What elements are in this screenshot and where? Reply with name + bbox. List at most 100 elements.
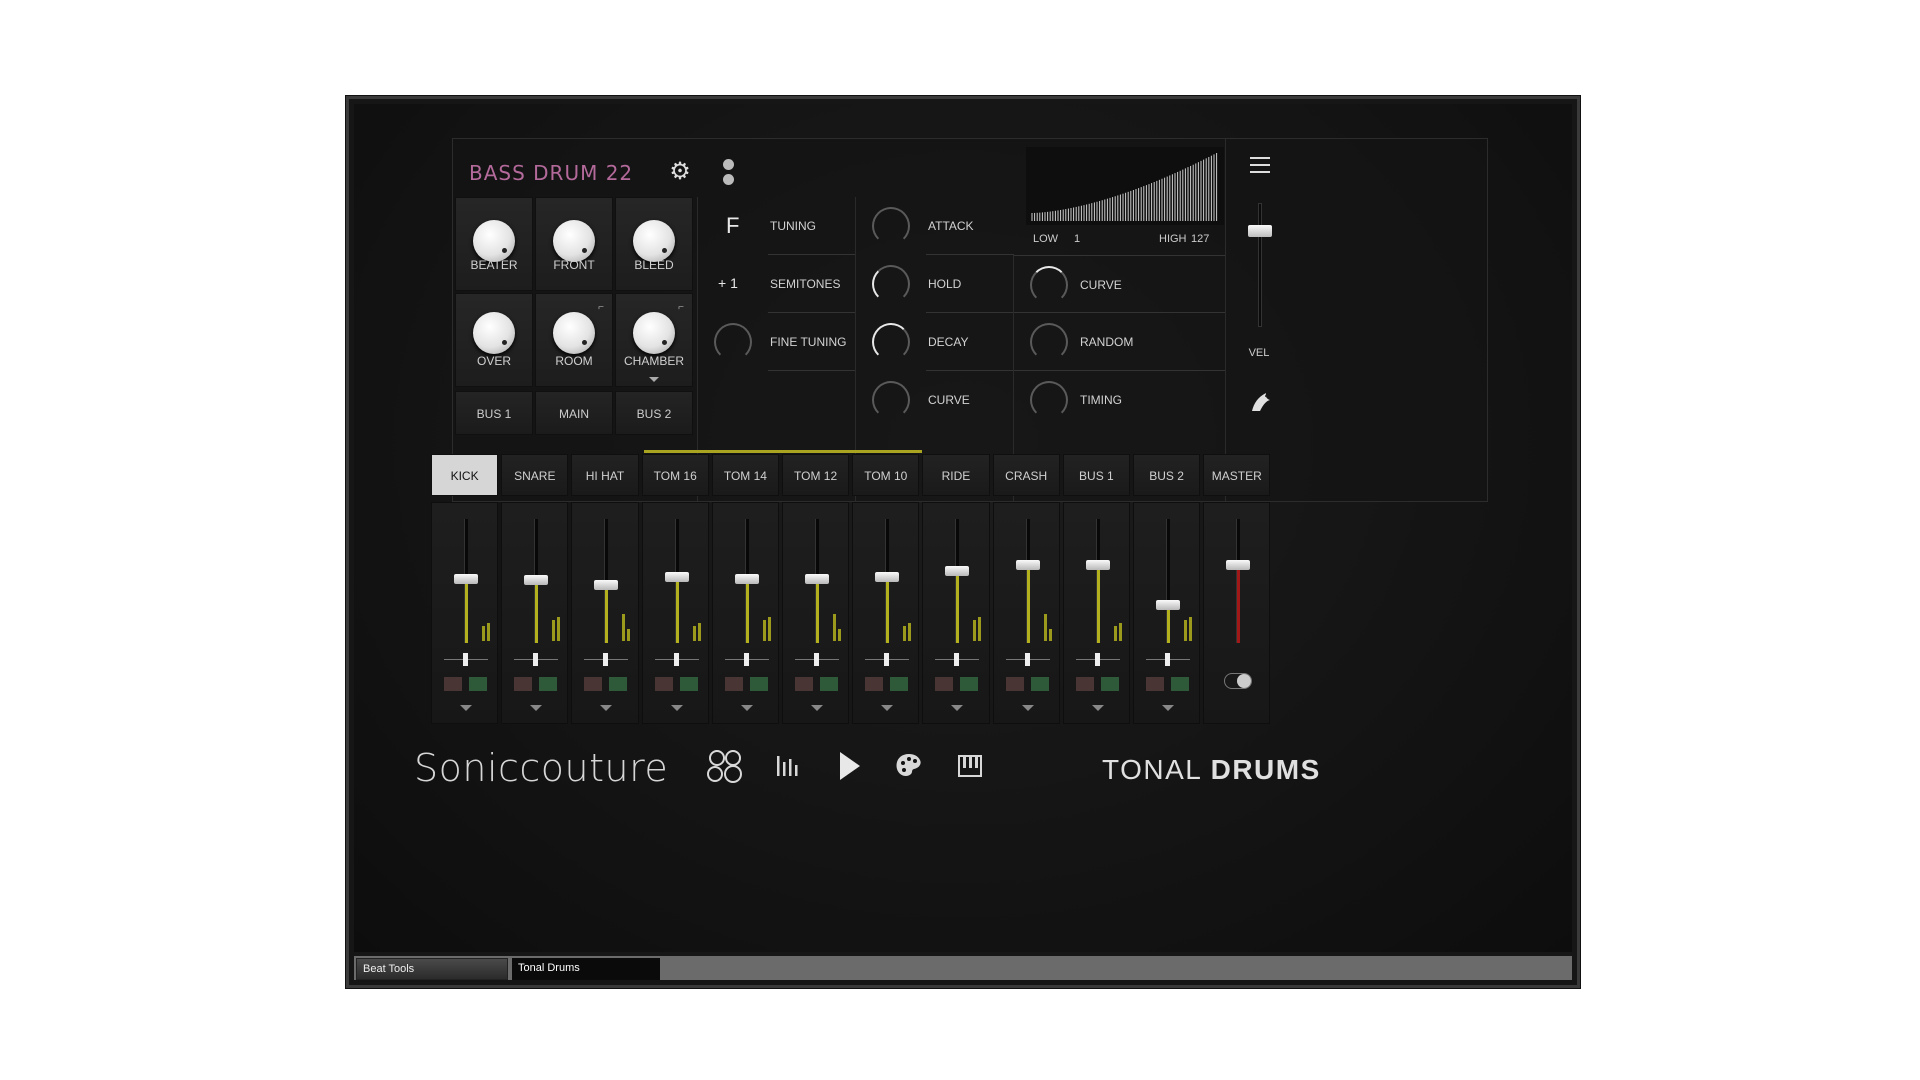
chevron-down-icon[interactable]	[1091, 705, 1104, 711]
fader-handle[interactable]	[1015, 560, 1040, 570]
fader-track[interactable]	[1095, 519, 1100, 643]
fader-handle[interactable]	[594, 580, 619, 590]
pan-handle[interactable]	[954, 653, 960, 666]
master-toggle[interactable]	[1224, 673, 1253, 689]
chevron-down-icon[interactable]	[1021, 705, 1034, 711]
chevron-down-icon[interactable]	[670, 705, 683, 711]
attack-knob[interactable]	[872, 207, 910, 245]
gear-icon[interactable]: ⚙	[667, 159, 693, 185]
mute-button[interactable]	[724, 677, 743, 691]
solo-button[interactable]	[820, 677, 838, 691]
palette-icon[interactable]	[889, 746, 929, 786]
pan-handle[interactable]	[814, 653, 819, 666]
chevron-down-icon[interactable]	[881, 705, 894, 711]
velocity-range-display[interactable]	[1026, 147, 1224, 225]
solo-button[interactable]	[890, 677, 909, 691]
tab-bus-1[interactable]: BUS 1	[1062, 454, 1130, 496]
pan-handle[interactable]	[884, 653, 890, 666]
main-button[interactable]: MAIN	[535, 391, 613, 435]
mute-button[interactable]	[1075, 677, 1094, 691]
chevron-down-icon[interactable]	[600, 705, 613, 711]
mute-button[interactable]	[444, 677, 462, 691]
vel-low-value[interactable]: 1	[1074, 233, 1080, 245]
tab-tom-14[interactable]: TOM 14	[711, 454, 779, 496]
chevron-down-icon[interactable]	[740, 705, 753, 711]
solo-button[interactable]	[609, 677, 628, 691]
link-icon[interactable]	[721, 159, 735, 189]
pan-handle[interactable]	[673, 653, 679, 666]
solo-button[interactable]	[960, 677, 979, 691]
play-icon[interactable]	[828, 746, 868, 786]
chevron-down-icon[interactable]	[951, 705, 964, 711]
mute-button[interactable]	[584, 677, 603, 691]
mute-button[interactable]	[865, 677, 884, 691]
tuning-value[interactable]: F	[726, 213, 739, 239]
bus1-button[interactable]: BUS 1	[455, 391, 533, 435]
solo-button[interactable]	[469, 677, 487, 691]
chevron-down-icon[interactable]	[1162, 705, 1174, 711]
tab-crash[interactable]: CRASH	[992, 454, 1060, 496]
fader-handle[interactable]	[1156, 600, 1180, 610]
fine-tuning-knob[interactable]	[714, 323, 752, 361]
fader-handle[interactable]	[805, 574, 829, 584]
tab-tom-12[interactable]: TOM 12	[782, 454, 850, 496]
mute-button[interactable]	[654, 677, 673, 691]
mute-button[interactable]	[514, 677, 533, 691]
chevron-down-icon[interactable]	[460, 705, 472, 711]
pan-handle[interactable]	[1165, 653, 1170, 666]
tab-kick[interactable]: KICK	[431, 454, 499, 496]
hold-knob[interactable]	[872, 265, 910, 303]
fader-track[interactable]	[1236, 519, 1241, 643]
front-knob[interactable]	[553, 220, 595, 262]
pan-handle[interactable]	[603, 653, 609, 666]
room-knob[interactable]	[553, 312, 595, 354]
fader-handle[interactable]	[875, 572, 900, 582]
semitones-value[interactable]: + 1	[718, 275, 738, 291]
fader-handle[interactable]	[454, 574, 478, 584]
tab-hi-hat[interactable]: HI HAT	[571, 454, 639, 496]
mute-button[interactable]	[935, 677, 954, 691]
over-knob[interactable]	[473, 312, 515, 354]
pan-handle[interactable]	[1024, 653, 1030, 666]
host-tab-tonal-drums[interactable]: Tonal Drums	[512, 958, 660, 980]
fader-handle[interactable]	[1226, 560, 1251, 570]
decay-knob[interactable]	[872, 323, 910, 361]
random-knob[interactable]	[1030, 323, 1068, 361]
chevron-down-icon[interactable]	[811, 705, 823, 711]
solo-button[interactable]	[1171, 677, 1189, 691]
tab-tom-16[interactable]: TOM 16	[641, 454, 709, 496]
solo-button[interactable]	[539, 677, 558, 691]
vel-high-value[interactable]: 127	[1191, 233, 1209, 245]
fader-handle[interactable]	[945, 566, 970, 576]
solo-button[interactable]	[1030, 677, 1049, 691]
mute-button[interactable]	[795, 677, 813, 691]
chamber-knob[interactable]	[633, 312, 675, 354]
vel-curve-knob[interactable]	[1030, 266, 1068, 304]
tab-bus-2[interactable]: BUS 2	[1133, 454, 1201, 496]
fader-handle[interactable]	[664, 572, 689, 582]
solo-button[interactable]	[749, 677, 768, 691]
velocity-fader-handle[interactable]	[1248, 225, 1272, 237]
chevron-down-icon[interactable]	[530, 705, 543, 711]
fader-handle[interactable]	[524, 575, 549, 585]
fader-track[interactable]	[1025, 519, 1030, 643]
tab-master[interactable]: MASTER	[1203, 454, 1271, 496]
fader-handle[interactable]	[734, 574, 759, 584]
fader-track[interactable]	[955, 519, 960, 643]
pan-handle[interactable]	[743, 653, 749, 666]
bird-icon[interactable]	[1248, 389, 1274, 415]
mute-button[interactable]	[1146, 677, 1164, 691]
keyboard-icon[interactable]	[950, 746, 990, 786]
host-tab-beat-tools[interactable]: Beat Tools	[356, 958, 508, 980]
env-curve-knob[interactable]	[872, 381, 910, 419]
tab-ride[interactable]: RIDE	[922, 454, 990, 496]
pan-handle[interactable]	[533, 653, 539, 666]
solo-button[interactable]	[1100, 677, 1119, 691]
pan-handle[interactable]	[1094, 653, 1100, 666]
mixer-icon[interactable]	[768, 746, 808, 786]
fader-track[interactable]	[1166, 519, 1170, 643]
solo-button[interactable]	[679, 677, 698, 691]
timing-knob[interactable]	[1030, 381, 1068, 419]
chevron-down-icon[interactable]	[649, 377, 659, 382]
preset-name[interactable]: BASS DRUM 22	[469, 161, 633, 185]
